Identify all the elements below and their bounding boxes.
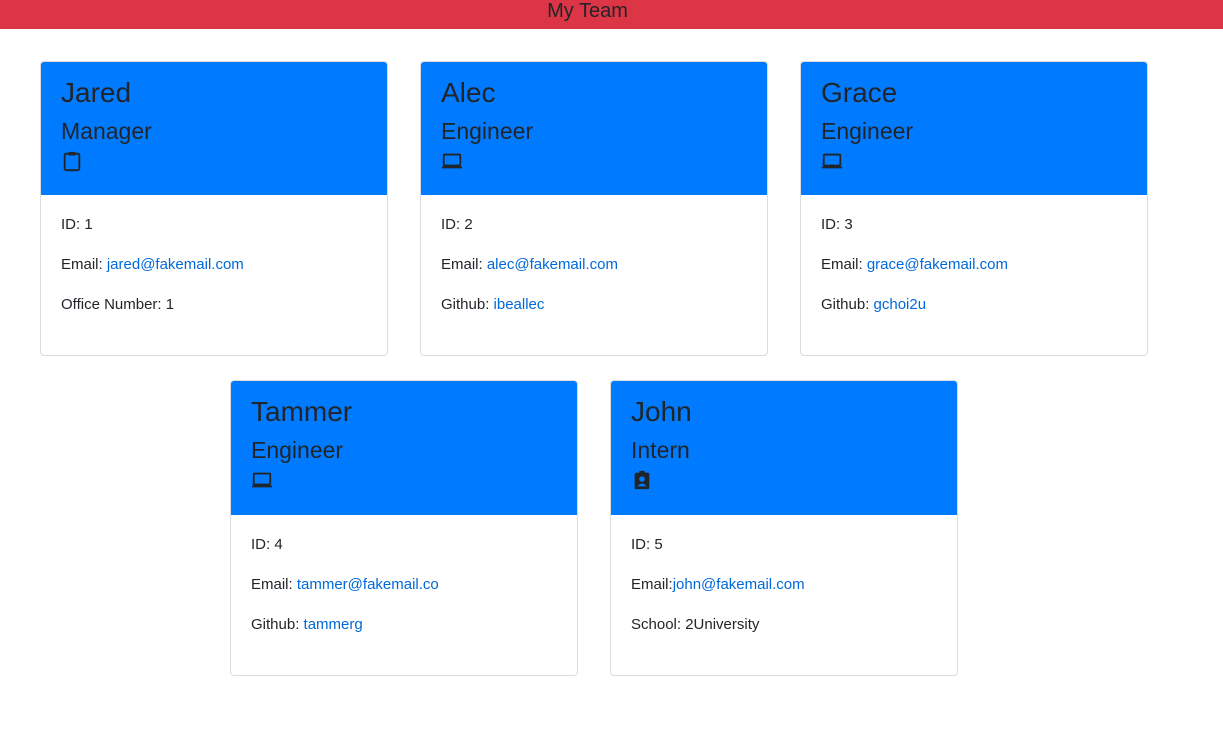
email-link[interactable]: john@fakemail.com <box>673 576 805 593</box>
member-email-row: Email: jared@fakemail.com <box>61 256 367 274</box>
email-label: Email: <box>821 256 867 273</box>
card-header: Alec Engineer <box>421 62 767 195</box>
card-body: ID: 2 Email: alec@fakemail.com Github: i… <box>421 195 767 314</box>
card-body: ID: 3 Email: grace@fakemail.com Github: … <box>801 195 1147 314</box>
card-body: ID: 1 Email: jared@fakemail.com Office N… <box>41 195 387 314</box>
member-name: Tammer <box>251 396 353 427</box>
member-email-row: Email:john@fakemail.com <box>631 576 937 594</box>
github-label: Github: <box>251 616 304 633</box>
member-name: Alec <box>441 77 496 108</box>
student-badge-icon <box>634 470 650 490</box>
email-link[interactable]: tammer@fakemail.co <box>297 576 439 593</box>
member-extra-row: Office Number: 1 <box>61 296 367 314</box>
member-name: Grace <box>821 77 898 108</box>
office-number: Office Number: 1 <box>61 296 175 313</box>
member-id: ID: 1 <box>61 216 93 233</box>
member-email-row: Email: tammer@fakemail.co <box>251 576 557 594</box>
school: School: 2University <box>631 616 760 633</box>
email-label: Email: <box>631 576 673 593</box>
github-label: Github: <box>441 296 494 313</box>
member-extra-row: Github: ibeallec <box>441 296 747 314</box>
member-id: ID: 4 <box>251 536 283 553</box>
member-email-row: Email: grace@fakemail.com <box>821 256 1127 274</box>
laptop-icon <box>251 472 273 488</box>
team-member-card-jared: Jared Manager ID: 1 Email: jared@fakemai… <box>40 61 388 356</box>
member-id: ID: 3 <box>821 216 853 233</box>
top-header-bar: My Team <box>0 0 1223 29</box>
email-link[interactable]: jared@fakemail.com <box>107 256 244 273</box>
card-body: ID: 4 Email: tammer@fakemail.co Github: … <box>231 515 577 634</box>
github-link[interactable]: tammerg <box>304 616 363 633</box>
email-label: Email: <box>61 256 107 273</box>
member-name: John <box>631 396 692 427</box>
member-name: Jared <box>61 77 132 108</box>
card-body: ID: 5 Email:john@fakemail.com School: 2U… <box>611 515 957 634</box>
member-role: Engineer <box>441 118 534 144</box>
email-label: Email: <box>251 576 297 593</box>
team-member-card-john: John Intern ID: 5 Email:john@fakemail.co… <box>610 380 958 676</box>
laptop-icon <box>821 153 843 169</box>
email-link[interactable]: alec@fakemail.com <box>487 256 618 273</box>
email-link[interactable]: grace@fakemail.com <box>867 256 1008 273</box>
email-label: Email: <box>441 256 487 273</box>
github-label: Github: <box>821 296 874 313</box>
page-title: My Team <box>547 0 628 22</box>
github-link[interactable]: ibeallec <box>494 296 545 313</box>
laptop-icon <box>441 153 463 169</box>
clipboard-icon <box>63 151 81 172</box>
member-id: ID: 5 <box>631 536 663 553</box>
team-member-card-grace: Grace Engineer ID: 3 Email: grace@fakema… <box>800 61 1148 356</box>
member-extra-row: Github: tammerg <box>251 616 557 634</box>
card-header: John Intern <box>611 381 957 515</box>
member-role: Manager <box>61 118 152 144</box>
github-link[interactable]: gchoi2u <box>874 296 927 313</box>
member-extra-row: School: 2University <box>631 616 937 634</box>
card-header: Grace Engineer <box>801 62 1147 195</box>
member-role: Engineer <box>821 118 914 144</box>
member-extra-row: Github: gchoi2u <box>821 296 1127 314</box>
member-email-row: Email: alec@fakemail.com <box>441 256 747 274</box>
card-header: Jared Manager <box>41 62 387 195</box>
team-member-card-tammer: Tammer Engineer ID: 4 Email: tammer@fake… <box>230 380 578 676</box>
team-member-card-alec: Alec Engineer ID: 2 Email: alec@fakemail… <box>420 61 768 356</box>
card-header: Tammer Engineer <box>231 381 577 515</box>
member-role: Intern <box>631 437 690 463</box>
member-id: ID: 2 <box>441 216 473 233</box>
member-role: Engineer <box>251 437 344 463</box>
